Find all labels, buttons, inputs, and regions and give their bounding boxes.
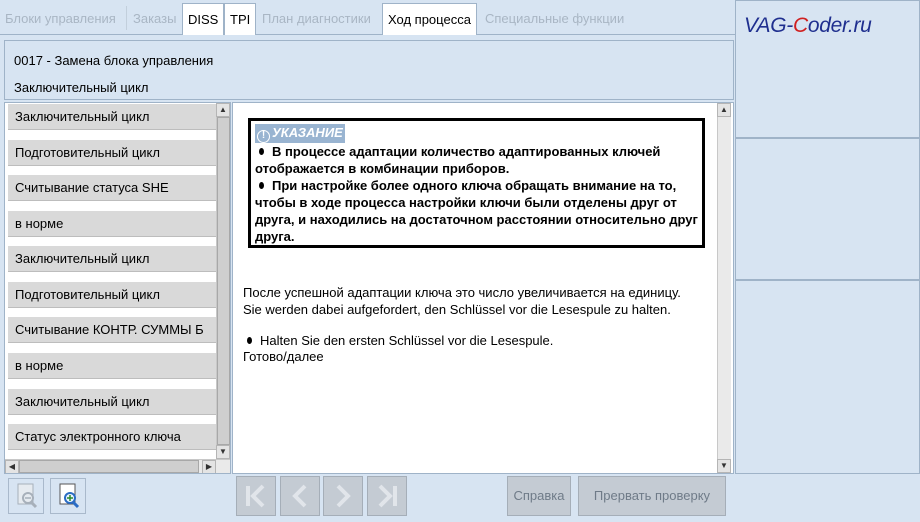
- procedure-title: 0017 - Замена блока управления: [14, 53, 214, 68]
- list-item[interactable]: Подготовительный цикл: [8, 140, 220, 166]
- continue-prompt: Готово/далее: [243, 349, 324, 364]
- procedure-subtitle: Заключительный цикл: [14, 80, 149, 95]
- tab-tpi[interactable]: TPI: [224, 3, 257, 35]
- list-item[interactable]: Заключительный цикл: [8, 389, 220, 415]
- scroll-down-icon[interactable]: ▼: [717, 459, 731, 473]
- list-item[interactable]: Заключительный цикл: [8, 246, 220, 272]
- tab-orders[interactable]: Заказы: [128, 3, 181, 34]
- info-icon: !: [257, 130, 270, 143]
- list-item[interactable]: Подготовительный цикл: [8, 282, 220, 308]
- list-item[interactable]: в норме: [8, 353, 220, 379]
- next-icon: [336, 484, 351, 508]
- tab-special-functions[interactable]: Специальные функции: [480, 3, 629, 34]
- tab-diss[interactable]: DISS: [182, 3, 225, 35]
- last-icon: [378, 484, 397, 508]
- list-item[interactable]: Статус электронного ключа: [8, 424, 220, 450]
- list-item[interactable]: Считывание статуса SHE: [8, 175, 220, 201]
- list-item[interactable]: Считывание КОНТР. СУММЫ Б: [8, 317, 220, 343]
- list-item[interactable]: в норме: [8, 211, 220, 237]
- scroll-up-icon[interactable]: ▲: [717, 103, 731, 117]
- next-step-button[interactable]: [323, 476, 363, 516]
- step-list: Заключительный цикл Подготовительный цик…: [4, 102, 231, 474]
- instruction-panel: ! УКАЗАНИЕ В процессе адаптации количеств…: [232, 102, 734, 474]
- last-step-button[interactable]: [367, 476, 407, 516]
- scroll-down-icon[interactable]: ▼: [216, 445, 230, 459]
- zoom-out-icon: [17, 483, 38, 509]
- instruction-text: После успешной адаптации ключа это число…: [243, 285, 681, 300]
- tab-process[interactable]: Ход процесса: [382, 3, 477, 35]
- note-item: При настройке более одного ключа обращат…: [255, 178, 698, 244]
- first-step-button[interactable]: [236, 476, 276, 516]
- instruction-bullet: Halten Sie den ersten Schlüssel vor die …: [243, 332, 553, 349]
- help-button[interactable]: Справка: [507, 476, 571, 516]
- scroll-left-icon[interactable]: ◀: [5, 460, 19, 473]
- procedure-header: 0017 - Замена блока управления Заключите…: [4, 40, 734, 100]
- right-panel-middle: [735, 138, 920, 280]
- bullet-icon: [259, 182, 264, 190]
- right-panel-bottom: [735, 280, 920, 474]
- list-item[interactable]: Заключительный цикл: [8, 104, 220, 130]
- note-item: В процессе адаптации количество адаптиро…: [255, 144, 661, 176]
- tab-control-units[interactable]: Блоки управления: [0, 3, 121, 34]
- first-icon: [246, 484, 265, 508]
- instruction-text: Sie werden dabei aufgefordert, den Schlü…: [243, 302, 671, 317]
- bottom-toolbar: [0, 474, 920, 522]
- hscroll-thumb[interactable]: [19, 460, 199, 473]
- abort-test-button[interactable]: Прервать проверку: [578, 476, 726, 516]
- zoom-in-icon: [59, 483, 80, 509]
- scroll-thumb[interactable]: [217, 117, 230, 445]
- zoom-in-button[interactable]: [50, 478, 86, 514]
- prev-icon: [292, 484, 307, 508]
- bullet-icon: [259, 148, 264, 156]
- note-box: ! УКАЗАНИЕ В процессе адаптации количеств…: [248, 118, 705, 248]
- zoom-out-button[interactable]: [8, 478, 44, 514]
- site-logo: VAG-Coder.ru: [744, 14, 872, 37]
- step-list-vscrollbar[interactable]: ▲ ▼: [216, 103, 230, 459]
- tab-diagnostic-plan[interactable]: План диагностики: [257, 3, 376, 34]
- bullet-icon: [247, 337, 252, 345]
- tab-separator: [126, 6, 127, 30]
- previous-step-button[interactable]: [280, 476, 320, 516]
- scroll-right-icon[interactable]: ▶: [202, 460, 216, 473]
- tab-bar: Блоки управления Заказы DISS TPI План ди…: [0, 0, 735, 35]
- step-list-hscrollbar[interactable]: ◀ ▶: [5, 459, 230, 473]
- note-title: ! УКАЗАНИЕ: [255, 124, 345, 143]
- content-vscrollbar[interactable]: ▲ ▼: [717, 103, 731, 473]
- scroll-up-icon[interactable]: ▲: [216, 103, 230, 117]
